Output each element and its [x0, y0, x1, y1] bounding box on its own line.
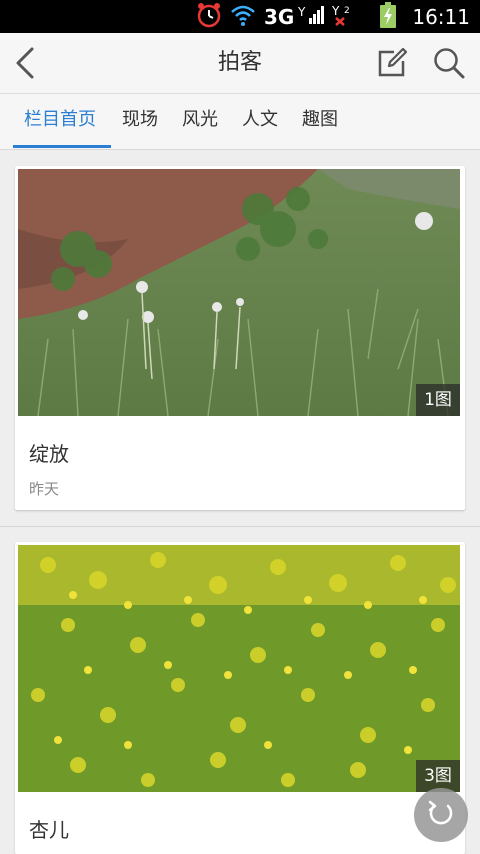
- search-icon[interactable]: [432, 46, 466, 80]
- svg-text:Y: Y: [298, 5, 306, 19]
- card-photo: 3图: [18, 545, 460, 792]
- app-header: 拍客: [0, 33, 480, 94]
- card-photo: 1图: [18, 169, 460, 416]
- card-title: 杏儿: [29, 818, 69, 842]
- photo-card[interactable]: 3图 杏儿: [15, 542, 465, 854]
- card-title: 绽放: [29, 442, 69, 466]
- svg-text:Y: Y: [332, 4, 340, 18]
- active-tab-indicator: [13, 145, 111, 148]
- card-date: 昨天: [29, 480, 60, 498]
- status-bar: 3G Y Y 2 16:11: [0, 0, 480, 33]
- tab-fun-pics[interactable]: 趣图: [302, 94, 338, 149]
- refresh-icon: [426, 798, 456, 832]
- svg-text:2: 2: [344, 6, 350, 16]
- signal-icon: Y: [297, 4, 325, 30]
- wifi-icon: [230, 3, 256, 31]
- section-divider: [0, 526, 480, 527]
- network-type: 3G: [264, 4, 295, 29]
- photo-card[interactable]: 1图 绽放 昨天: [15, 166, 465, 510]
- tab-culture[interactable]: 人文: [242, 94, 278, 149]
- tab-scenery[interactable]: 风光: [182, 94, 218, 149]
- page-title: 拍客: [217, 50, 262, 75]
- category-tabs: 栏目首页 现场 风光 人文 趣图: [0, 94, 480, 150]
- refresh-button[interactable]: [414, 788, 468, 842]
- signal2-icon: Y 2: [331, 4, 354, 30]
- clock: 16:11: [412, 4, 470, 29]
- battery-icon: [380, 1, 397, 32]
- alarm-icon: [196, 2, 222, 32]
- edit-icon[interactable]: [376, 47, 408, 79]
- tab-scene[interactable]: 现场: [122, 94, 158, 149]
- image-count-badge: 1图: [416, 384, 460, 416]
- tab-home[interactable]: 栏目首页: [24, 94, 96, 149]
